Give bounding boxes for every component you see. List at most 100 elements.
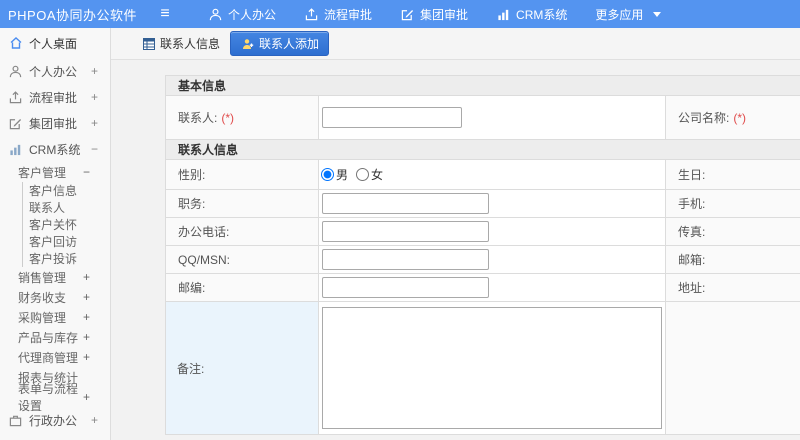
tab-contact-add[interactable]: 联系人添加 (230, 31, 330, 56)
sidebar-item-label: 财务收支 (18, 290, 67, 305)
sidebar-item-label: 客户投诉 (29, 252, 78, 266)
user-add-icon (240, 36, 255, 51)
edit-icon (8, 116, 23, 131)
sidebar-item-label: 客户回访 (29, 235, 78, 249)
qq-msn-cell (318, 245, 666, 274)
top-header: PHPOA协同办公软件 ≡ 个人办公 流程审批 集团审批 CRM系统 更多应用 (0, 0, 800, 28)
gender-label: 性别: (165, 159, 319, 190)
field-label: 联系人: (178, 111, 218, 125)
sidebar-item-contacts[interactable]: 联系人 (22, 199, 110, 216)
required-marker: (*) (733, 111, 747, 125)
sidebar-item-label: 个人办公 (29, 64, 78, 79)
edit-icon (400, 7, 415, 22)
expand-plus-icon: + (90, 413, 98, 427)
sidebar-item-desktop[interactable]: 个人桌面 (0, 28, 110, 58)
share-icon (304, 7, 319, 22)
expand-plus-icon: + (90, 90, 98, 104)
nav-crm-system[interactable]: CRM系统 (482, 0, 581, 28)
sidebar-item-customer-complaint[interactable]: 客户投诉 (22, 250, 110, 267)
address-label: 地址: (665, 273, 800, 302)
expand-plus-icon: + (82, 350, 90, 364)
note-cell (318, 301, 666, 435)
job-title-input[interactable] (322, 193, 489, 214)
sidebar-item-group-approval[interactable]: 集团审批 + (0, 110, 110, 136)
qq-msn-input[interactable] (322, 249, 489, 270)
sidebar-item-purchasing[interactable]: 采购管理 + (0, 307, 110, 327)
sidebar-item-customer-callback[interactable]: 客户回访 (22, 233, 110, 250)
mobile-label: 手机: (665, 189, 800, 218)
expand-plus-icon: + (82, 270, 90, 284)
field-label: 公司名称: (678, 111, 730, 125)
zip-code-input[interactable] (322, 277, 489, 298)
tab-label: 联系人添加 (259, 37, 320, 51)
sidebar-item-label: 客户信息 (29, 184, 78, 198)
collapse-minus-icon: − (90, 142, 98, 156)
job-title-label: 职务: (165, 189, 319, 218)
tab-contact-list[interactable]: 联系人信息 (141, 35, 220, 52)
sidebar-item-agents[interactable]: 代理商管理 + (0, 347, 110, 367)
sidebar-item-customer-info[interactable]: 客户信息 (22, 182, 110, 199)
contact-name-label: 联系人: (*) (165, 95, 319, 140)
sidebar-item-finance[interactable]: 财务收支 + (0, 287, 110, 307)
tab-label: 联系人信息 (160, 37, 221, 51)
office-phone-cell (318, 217, 666, 246)
nav-label: 集团审批 (420, 7, 469, 22)
sidebar-item-label: 代理商管理 (18, 350, 79, 365)
sidebar-item-label: 客户关怀 (29, 218, 78, 232)
caret-down-icon (653, 11, 662, 17)
expand-plus-icon: + (90, 116, 98, 130)
sidebar-item-form-process-settings[interactable]: 表单与流程设置 + (0, 382, 110, 413)
sidebar-item-label: CRM系统 (29, 142, 81, 157)
sidebar-item-admin-office[interactable]: 行政办公 + (0, 407, 110, 433)
sidebar-item-label: 个人桌面 (29, 36, 78, 51)
sidebar-item-label: 表单与流程设置 (18, 382, 79, 413)
email-label: 邮箱: (665, 245, 800, 274)
user-icon (8, 64, 23, 79)
sidebar-item-personal-office[interactable]: 个人办公 + (0, 58, 110, 84)
home-icon (8, 36, 23, 51)
office-phone-label: 办公电话: (165, 217, 319, 246)
nav-personal-office[interactable]: 个人办公 (194, 0, 290, 28)
table-icon (141, 36, 156, 51)
sidebar-item-label: 销售管理 (18, 270, 67, 285)
gender-male-radio[interactable] (321, 168, 334, 181)
app-logo: PHPOA协同办公软件 (8, 7, 138, 23)
top-nav: 个人办公 流程审批 集团审批 CRM系统 更多应用 (194, 0, 675, 28)
sidebar: 个人桌面 个人办公 + 流程审批 + 集团审批 + CRM系统 − 客户管理 −… (0, 28, 111, 440)
contact-name-input[interactable] (322, 107, 462, 128)
expand-plus-icon: + (90, 64, 98, 78)
sidebar-item-products-inventory[interactable]: 产品与库存 + (0, 327, 110, 347)
expand-plus-icon: + (82, 390, 90, 404)
sidebar-item-label: 产品与库存 (18, 330, 79, 345)
expand-plus-icon: + (82, 330, 90, 344)
fax-label: 传真: (665, 217, 800, 246)
nav-more-apps[interactable]: 更多应用 (581, 0, 675, 28)
nav-label: CRM系统 (516, 7, 568, 22)
main-content: 联系人信息 联系人添加 基本信息 联系人: (*) 公司名称: (*) 联系人信… (111, 28, 800, 440)
company-name-label: 公司名称: (*) (665, 95, 800, 140)
gender-male-label: 男 (336, 168, 349, 182)
contact-name-cell (318, 95, 666, 140)
sidebar-item-customer-care[interactable]: 客户关怀 (22, 216, 110, 233)
sidebar-item-crm-system[interactable]: CRM系统 − (0, 136, 110, 162)
sidebar-item-label: 客户管理 (18, 165, 67, 180)
sidebar-item-customer-management[interactable]: 客户管理 − (0, 162, 110, 182)
nav-group-approval[interactable]: 集团审批 (386, 0, 482, 28)
zip-code-label: 邮编: (165, 273, 319, 302)
expand-plus-icon: + (82, 290, 90, 304)
nav-process-approval[interactable]: 流程审批 (290, 0, 386, 28)
office-phone-input[interactable] (322, 221, 489, 242)
gender-cell: 男 女 (318, 159, 666, 190)
briefcase-icon (8, 413, 23, 428)
expand-plus-icon: + (82, 310, 90, 324)
sidebar-item-sales-management[interactable]: 销售管理 + (0, 267, 110, 287)
contact-add-form: 基本信息 联系人: (*) 公司名称: (*) 联系人信息 性别: 男 女 生日… (164, 75, 800, 435)
note-textarea[interactable] (322, 307, 662, 429)
gender-female-radio[interactable] (356, 168, 370, 181)
note-right-spacer (665, 301, 800, 435)
menu-toggle-button[interactable]: ≡ (150, 0, 180, 28)
sidebar-item-label: 集团审批 (29, 116, 78, 131)
bar-chart-icon (496, 7, 511, 22)
sidebar-item-label: 流程审批 (29, 90, 78, 105)
sidebar-item-process-approval[interactable]: 流程审批 + (0, 84, 110, 110)
